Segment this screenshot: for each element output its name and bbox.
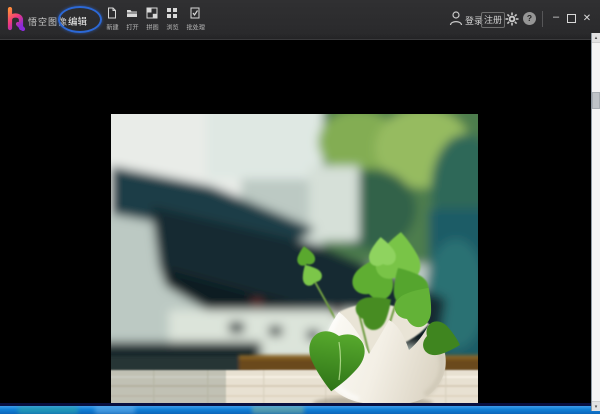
- browse-grid-icon: [166, 7, 178, 19]
- toolbar-open-label: 打开: [126, 22, 138, 32]
- scroll-up-button[interactable]: ▴: [592, 33, 600, 43]
- toolbar-new-button[interactable]: 新建: [102, 5, 122, 32]
- open-folder-icon: [126, 7, 138, 19]
- photo-image: [111, 114, 478, 413]
- toolbar-batch-button[interactable]: 批处理: [182, 5, 209, 32]
- settings-gear-icon[interactable]: [505, 12, 519, 26]
- maximize-button[interactable]: [564, 11, 578, 27]
- taskbar-blob: [18, 406, 78, 414]
- toolbar-open-button[interactable]: 打开: [122, 5, 142, 32]
- app-logo-icon: [6, 7, 26, 31]
- minimize-button[interactable]: –: [549, 11, 563, 27]
- toolbar: 新建 打开 拼图 浏览: [102, 5, 209, 32]
- titlebar: 悟空图像 编辑 新建 打开 拼图: [0, 0, 600, 40]
- register-link[interactable]: 注册: [481, 12, 505, 28]
- taskbar-blob: [252, 406, 304, 414]
- window-controls-separator: [542, 11, 543, 27]
- close-button[interactable]: ✕: [580, 11, 594, 27]
- help-button[interactable]: ?: [523, 12, 536, 25]
- batch-process-icon: [189, 7, 201, 19]
- toolbar-browse-label: 浏览: [166, 22, 178, 32]
- toolbar-browse-button[interactable]: 浏览: [162, 5, 182, 32]
- collage-layout-icon: [146, 7, 158, 19]
- new-document-icon: [106, 7, 118, 19]
- edit-mode-button[interactable]: 编辑: [68, 14, 87, 28]
- user-icon[interactable]: [449, 10, 463, 27]
- scroll-down-button[interactable]: ▾: [592, 401, 600, 411]
- scrollbar-thumb[interactable]: [592, 92, 600, 109]
- taskbar-blob: [95, 406, 135, 414]
- editor-canvas: [0, 41, 600, 403]
- taskbar-strip: [0, 406, 600, 414]
- toolbar-batch-label: 批处理: [186, 22, 205, 32]
- toolbar-collage-button[interactable]: 拼图: [142, 5, 162, 32]
- toolbar-collage-label: 拼图: [146, 22, 158, 32]
- maximize-icon: [567, 14, 576, 23]
- page-scrollbar[interactable]: ▴ ▾: [591, 33, 600, 411]
- app-name: 悟空图像: [28, 15, 68, 28]
- toolbar-new-label: 新建: [106, 22, 118, 32]
